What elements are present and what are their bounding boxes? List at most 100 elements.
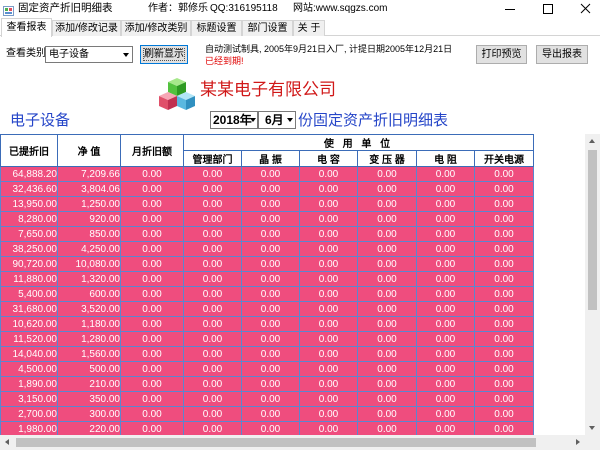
cell-monthly-depreciation: 0.00 [120,241,184,257]
table-row[interactable]: 10,620.00 1,180.00 0.00 0.00 0.00 0.00 0.00 0.0… [0,316,535,332]
table-row[interactable]: 7,650.00 850.00 0.00 0.00 0.00 0.00 0.00 0.00 0.… [0,226,535,242]
tab-strip: 查看报表 添加/修改记录 添加/修改类别 标题设置 部门设置 关 于 [0,18,600,37]
table-row[interactable]: 38,250.00 4,250.00 0.00 0.00 0.00 0.00 0.00 0.0… [0,241,535,257]
scroll-right-arrow-icon[interactable] [570,435,585,450]
cell-accumulated-depreciation: 1,980.00 [0,421,58,435]
close-button[interactable] [567,0,600,18]
cell-resistor: 0.00 [416,271,475,287]
cell-accumulated-depreciation: 38,250.00 [0,241,58,257]
cell-net-value: 350.00 [57,391,121,407]
cell-crystal: 0.00 [241,226,300,242]
cell-net-value: 3,804.06 [57,181,121,197]
cell-switching-power: 0.00 [473,421,535,435]
table-row[interactable]: 1,890.00 210.00 0.00 0.00 0.00 0.00 0.00 0.00 0.… [0,376,535,392]
cell-capacitor: 0.00 [299,376,358,392]
cell-resistor: 0.00 [416,361,475,377]
cell-monthly-depreciation: 0.00 [120,331,184,347]
table-row[interactable]: 31,680.00 3,520.00 0.00 0.00 0.00 0.00 0.00 0.0… [0,301,535,317]
cell-management-dept: 0.00 [183,346,242,362]
month-select-value: 6月 [265,113,284,127]
scroll-left-arrow-icon[interactable] [0,435,15,450]
maximize-button[interactable] [529,0,567,18]
tab-view-report[interactable]: 查看报表 [1,18,52,37]
cell-resistor: 0.00 [416,301,475,317]
table-row[interactable]: 5,400.00 600.00 0.00 0.00 0.00 0.00 0.00 0.00 0.… [0,286,535,302]
export-report-button[interactable]: 导出报表 [536,45,588,64]
table-row[interactable]: 2,700.00 300.00 0.00 0.00 0.00 0.00 0.00 0.00 0.… [0,406,535,422]
table-row[interactable]: 64,888.20 7,209.66 0.00 0.00 0.00 0.00 0.00 0.0… [0,166,535,182]
table-row[interactable]: 8,280.00 920.00 0.00 0.00 0.00 0.00 0.00 0.00 0.… [0,211,535,227]
cell-capacitor: 0.00 [299,301,358,317]
cell-net-value: 4,250.00 [57,241,121,257]
cell-resistor: 0.00 [416,196,475,212]
cell-resistor: 0.00 [416,286,475,302]
scroll-down-arrow-icon[interactable] [585,420,600,435]
cell-switching-power: 0.00 [473,391,535,407]
table-row[interactable]: 32,436.60 3,804.06 0.00 0.00 0.00 0.00 0.00 0.0… [0,181,535,197]
category-select[interactable]: 电子设备 [45,46,133,63]
table-row[interactable]: 11,520.00 1,280.00 0.00 0.00 0.00 0.00 0.00 0.0… [0,331,535,347]
cell-resistor: 0.00 [416,166,475,182]
cell-capacitor: 0.00 [299,211,358,227]
cell-switching-power: 0.00 [473,241,535,257]
table-row[interactable]: 90,720.00 10,080.00 0.00 0.00 0.00 0.00 0.00 0.… [0,256,535,272]
table-row[interactable]: 3,150.00 350.00 0.00 0.00 0.00 0.00 0.00 0.00 0.… [0,391,535,407]
cell-crystal: 0.00 [241,376,300,392]
cell-monthly-depreciation: 0.00 [120,376,184,392]
cell-management-dept: 0.00 [183,241,242,257]
table-row[interactable]: 13,950.00 1,250.00 0.00 0.00 0.00 0.00 0.00 0.0… [0,196,535,212]
cell-management-dept: 0.00 [183,196,242,212]
cell-net-value: 10,080.00 [57,256,121,272]
month-select[interactable]: 6月 [258,111,296,129]
horizontal-scroll-thumb[interactable] [16,438,536,447]
expiry-status-text: 已经到期! [205,56,244,66]
table-row[interactable]: 1,980.00 220.00 0.00 0.00 0.00 0.00 0.00 0.00 0.… [0,421,535,435]
minimize-button[interactable] [491,0,529,18]
cell-transformer: 0.00 [357,166,417,182]
table-row[interactable]: 4,500.00 500.00 0.00 0.00 0.00 0.00 0.00 0.00 0.… [0,361,535,377]
cell-resistor: 0.00 [416,181,475,197]
cell-transformer: 0.00 [357,226,417,242]
cell-switching-power: 0.00 [473,211,535,227]
tab-edit-categories[interactable]: 添加/修改类别 [121,20,191,36]
tab-title-settings[interactable]: 标题设置 [191,20,242,36]
year-select[interactable]: 2018年 [210,111,258,129]
cell-transformer: 0.00 [357,271,417,287]
cell-transformer: 0.00 [357,286,417,302]
cell-transformer: 0.00 [357,361,417,377]
cell-crystal: 0.00 [241,241,300,257]
header-monthly-depreciation: 月折旧额 [120,134,184,167]
cell-management-dept: 0.00 [183,226,242,242]
minimize-icon [505,9,515,10]
cell-accumulated-depreciation: 11,880.00 [0,271,58,287]
cell-monthly-depreciation: 0.00 [120,256,184,272]
cell-management-dept: 0.00 [183,301,242,317]
cell-capacitor: 0.00 [299,181,358,197]
cell-monthly-depreciation: 0.00 [120,421,184,435]
report-category: 电子设备 [10,112,71,129]
print-preview-button[interactable]: 打印预览 [476,45,527,64]
horizontal-scrollbar[interactable] [0,435,585,450]
tab-edit-records[interactable]: 添加/修改记录 [52,20,121,36]
cell-resistor: 0.00 [416,346,475,362]
tab-about[interactable]: 关 于 [293,20,325,36]
table-row[interactable]: 14,040.00 1,560.00 0.00 0.00 0.00 0.00 0.00 0.0… [0,346,535,362]
cell-monthly-depreciation: 0.00 [120,271,184,287]
table-row[interactable]: 11,880.00 1,320.00 0.00 0.00 0.00 0.00 0.00 0.0… [0,271,535,287]
vertical-scroll-thumb[interactable] [588,150,597,310]
cell-accumulated-depreciation: 2,700.00 [0,406,58,422]
cell-management-dept: 0.00 [183,181,242,197]
refresh-button[interactable]: 刷新显示 [140,45,188,64]
depreciation-grid: 已提折旧 净 值 月折旧额 使 用 单 位 管理部门 晶 振 电 容 变 压 器… [0,134,585,435]
vertical-scrollbar[interactable] [585,134,600,435]
cell-switching-power: 0.00 [473,316,535,332]
cell-monthly-depreciation: 0.00 [120,316,184,332]
cell-capacitor: 0.00 [299,421,358,435]
cell-net-value: 850.00 [57,226,121,242]
close-icon [580,3,591,14]
cell-management-dept: 0.00 [183,286,242,302]
cell-resistor: 0.00 [416,391,475,407]
scroll-up-arrow-icon[interactable] [585,134,600,149]
cell-capacitor: 0.00 [299,271,358,287]
tab-department-settings[interactable]: 部门设置 [242,20,293,36]
